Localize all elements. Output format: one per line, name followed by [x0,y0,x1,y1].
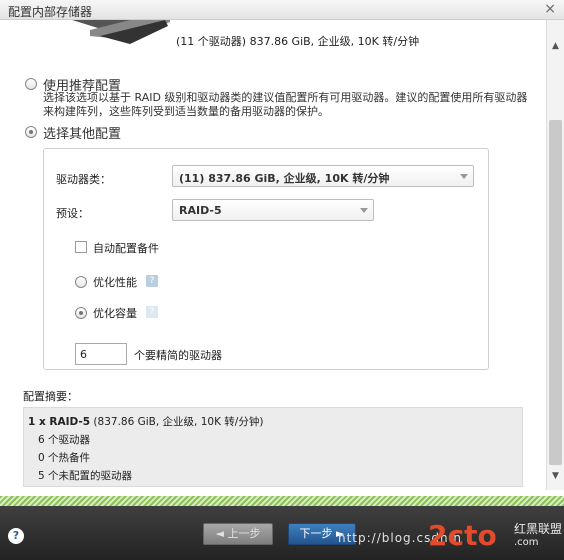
watermark-com: .com [514,537,539,548]
summary-raid-detail: (837.86 GiB, 企业级, 10K 转/分钟) [90,416,264,428]
summary-title: 配置摘要： [23,390,78,403]
drive-summary-line: (11 个驱动器) 837.86 GiB, 企业级, 10K 转/分钟 [176,35,420,48]
drive-count-label: 个要精简的驱动器 [134,349,222,362]
watermark-brand: 红黑联盟 [514,522,563,536]
drive-class-select[interactable]: (11) 837.86 GiB, 企业级, 10K 转/分钟 [172,165,474,187]
divider-stripe [0,496,564,506]
auto-spare-checkbox[interactable] [75,241,87,253]
help-icon[interactable]: ? [146,306,158,318]
optimize-performance-label: 优化性能 [93,276,137,289]
optimize-capacity-label: 优化容量 [93,307,137,320]
preset-value: RAID-5 [179,204,222,217]
chevron-down-icon [360,208,368,213]
window-title: 配置内部存储器 [8,5,93,19]
recommended-config-description: 选择该选项以基于 RAID 级别和驱动器类的建议值配置所有可用驱动器。建议的配置… [43,91,528,118]
recommended-config-radio[interactable] [25,78,37,90]
other-config-radio[interactable] [25,126,37,138]
previous-button[interactable]: ◄ 上一步 [203,523,273,545]
vertical-scrollbar[interactable]: ▲ ▼ [546,20,564,490]
chevron-down-icon [460,174,468,179]
preset-select[interactable]: RAID-5 [172,199,374,221]
other-config-label: 选择其他配置 [43,127,122,142]
close-icon[interactable]: × [544,1,556,17]
help-icon[interactable]: ? [146,275,158,287]
help-icon[interactable]: ? [8,528,24,544]
watermark-logo: 2cto [428,519,497,552]
scroll-thumb[interactable] [549,120,562,465]
drive-count-input[interactable]: 6 [75,343,127,365]
scroll-down-icon[interactable]: ▼ [547,468,564,484]
drive-class-label: 驱动器类： [56,173,111,186]
config-options-panel: 驱动器类： (11) 837.86 GiB, 企业级, 10K 转/分钟 预设：… [43,148,489,370]
optimize-performance-radio[interactable] [75,276,87,288]
footer-bar: ? ◄ 上一步 下一步 ► http://blog.csdn.n 2cto 红黑… [0,506,564,560]
summary-line: 1 x RAID-5 (837.86 GiB, 企业级, 10K 转/分钟) [28,414,263,429]
drive-class-value: (11) 837.86 GiB, 企业级, 10K 转/分钟 [179,172,390,185]
main-content: (11 个驱动器) 837.86 GiB, 企业级, 10K 转/分钟 使用推荐… [0,20,546,490]
summary-line: 0 个热备件 [38,452,91,464]
scroll-up-icon[interactable]: ▲ [547,38,564,54]
title-bar: 配置内部存储器 × [0,0,564,20]
summary-raid: 1 x RAID-5 [28,416,91,428]
summary-line: 5 个未配置的驱动器 [38,470,133,482]
optimize-capacity-radio[interactable] [75,307,87,319]
preset-label: 预设： [56,207,89,220]
summary-box: 1 x RAID-5 (837.86 GiB, 企业级, 10K 转/分钟) 6… [23,407,523,487]
disk-drive-image [72,20,170,44]
summary-line: 6 个驱动器 [38,434,91,446]
auto-spare-label: 自动配置备件 [93,242,159,255]
